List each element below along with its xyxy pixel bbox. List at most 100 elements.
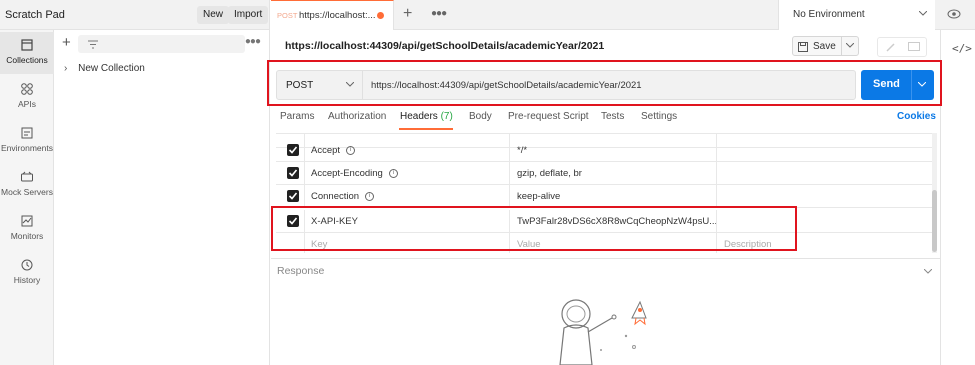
- code-icon[interactable]: </>: [952, 42, 972, 55]
- tab-authorization[interactable]: Authorization: [328, 111, 386, 122]
- table-row: Connection i keep-alive: [276, 185, 932, 208]
- filter-icon: [88, 40, 98, 49]
- comment-icon[interactable]: [908, 42, 920, 52]
- request-tab[interactable]: POST https://localhost:...: [271, 0, 394, 30]
- column-divider: [509, 139, 510, 162]
- column-divider: [304, 185, 305, 208]
- header-key[interactable]: Connection i: [311, 191, 375, 202]
- sidebar-item-label: APIs: [18, 99, 36, 109]
- tab-bar: POST https://localhost:... + ●●● No Envi…: [271, 0, 975, 30]
- chevron-down-icon[interactable]: [846, 43, 854, 48]
- column-divider: [509, 162, 510, 185]
- header-value[interactable]: */*: [517, 145, 527, 156]
- tab-params[interactable]: Params: [280, 111, 314, 122]
- history-icon: [21, 259, 33, 271]
- row-checkbox[interactable]: [287, 190, 299, 202]
- tab-tests[interactable]: Tests: [601, 111, 624, 122]
- header-key-text: Accept-Encoding: [311, 168, 383, 179]
- row-checkbox[interactable]: [287, 167, 299, 179]
- info-icon[interactable]: i: [365, 191, 375, 201]
- sidebar-item-apis[interactable]: APIs: [0, 76, 54, 118]
- tab-body[interactable]: Body: [469, 111, 492, 122]
- import-button[interactable]: Import: [228, 6, 269, 24]
- check-icon: [288, 146, 298, 154]
- column-divider: [716, 185, 717, 208]
- apis-icon: [21, 83, 33, 95]
- check-icon: [288, 192, 298, 200]
- collections-panel: + ●●● › New Collection: [54, 30, 270, 365]
- sidebar-item-mock-servers[interactable]: Mock Servers: [0, 164, 54, 206]
- row-checkbox[interactable]: [287, 144, 299, 156]
- header-key[interactable]: Accept i: [311, 145, 356, 156]
- tab-headers-label: Headers: [400, 111, 438, 122]
- new-button[interactable]: New: [197, 6, 230, 24]
- scrollbar-thumb[interactable]: [932, 190, 937, 252]
- info-icon[interactable]: i: [346, 145, 356, 155]
- save-label: Save: [813, 41, 836, 52]
- chevron-right-icon: ›: [64, 63, 68, 74]
- eye-icon[interactable]: [947, 8, 961, 20]
- pencil-icon[interactable]: [886, 42, 896, 52]
- add-collection-icon[interactable]: +: [62, 34, 71, 51]
- monitors-icon: [21, 215, 33, 227]
- column-divider: [304, 162, 305, 185]
- environment-label: No Environment: [793, 9, 865, 20]
- sidebar-item-label: Monitors: [10, 231, 44, 241]
- tab-settings[interactable]: Settings: [641, 111, 677, 122]
- highlight-box-url: [267, 60, 942, 106]
- header-value[interactable]: keep-alive: [517, 191, 560, 202]
- more-options-icon[interactable]: ●●●: [245, 36, 261, 47]
- chevron-down-icon[interactable]: [924, 269, 932, 274]
- column-divider: [716, 139, 717, 162]
- save-divider: [841, 37, 842, 55]
- cookies-link[interactable]: Cookies: [897, 111, 936, 122]
- sidebar-item-label: History: [13, 275, 41, 285]
- tab-method: POST: [277, 11, 298, 20]
- header-key-text: Connection: [311, 191, 360, 202]
- request-title: https://localhost:44309/api/getSchoolDet…: [285, 40, 605, 52]
- add-tab-icon[interactable]: +: [403, 5, 412, 23]
- mock-servers-icon: [21, 171, 33, 182]
- headers-scrollbar[interactable]: [932, 133, 937, 253]
- column-divider: [509, 185, 510, 208]
- sidebar-item-label: Environments: [1, 143, 53, 153]
- sidebar-rail: Collections APIs Environments Mock Serve…: [0, 30, 54, 365]
- table-row: Accept i */*: [276, 139, 932, 162]
- chevron-down-icon: [919, 11, 927, 16]
- tab-headers[interactable]: Headers (7): [400, 111, 453, 122]
- collection-label: New Collection: [78, 63, 145, 74]
- column-divider: [304, 139, 305, 162]
- sidebar-item-label: Mock Servers: [1, 187, 53, 197]
- sidebar-item-history[interactable]: History: [0, 252, 54, 294]
- active-tab-indicator: [399, 128, 453, 130]
- save-button[interactable]: Save: [792, 36, 859, 56]
- tab-more-icon[interactable]: ●●●: [431, 8, 447, 19]
- sidebar-item-monitors[interactable]: Monitors: [0, 208, 54, 250]
- collection-item[interactable]: › New Collection: [64, 63, 145, 74]
- filter-input[interactable]: [78, 35, 245, 53]
- edit-actions: [877, 37, 927, 57]
- column-divider: [716, 162, 717, 185]
- tab-headers-count: (7): [440, 111, 453, 122]
- workspace-header: Scratch Pad New Import: [0, 0, 270, 30]
- unsaved-dot-icon: [377, 12, 384, 19]
- collections-icon: [21, 39, 33, 51]
- table-row: Accept-Encoding i gzip, deflate, br: [276, 162, 932, 185]
- workspace-name[interactable]: Scratch Pad: [5, 9, 65, 21]
- sidebar-item-label: Collections: [6, 55, 48, 65]
- astronaut-illustration-icon: [559, 299, 647, 365]
- header-key-text: Accept: [311, 145, 341, 156]
- environment-select[interactable]: No Environment: [778, 0, 935, 30]
- right-rail: </>: [940, 30, 975, 365]
- tab-pre-request-script[interactable]: Pre-request Script: [508, 111, 589, 122]
- header-value[interactable]: gzip, deflate, br: [517, 168, 582, 179]
- header-key[interactable]: Accept-Encoding i: [311, 168, 398, 179]
- tab-title: https://localhost:...: [299, 10, 376, 21]
- sidebar-item-environments[interactable]: Environments: [0, 120, 54, 162]
- info-icon[interactable]: i: [388, 168, 398, 178]
- sidebar-item-collections[interactable]: Collections: [0, 32, 54, 74]
- response-panel: Response: [271, 258, 940, 282]
- check-icon: [288, 169, 298, 177]
- highlight-box-api-key: [271, 206, 797, 251]
- response-label: Response: [277, 265, 325, 277]
